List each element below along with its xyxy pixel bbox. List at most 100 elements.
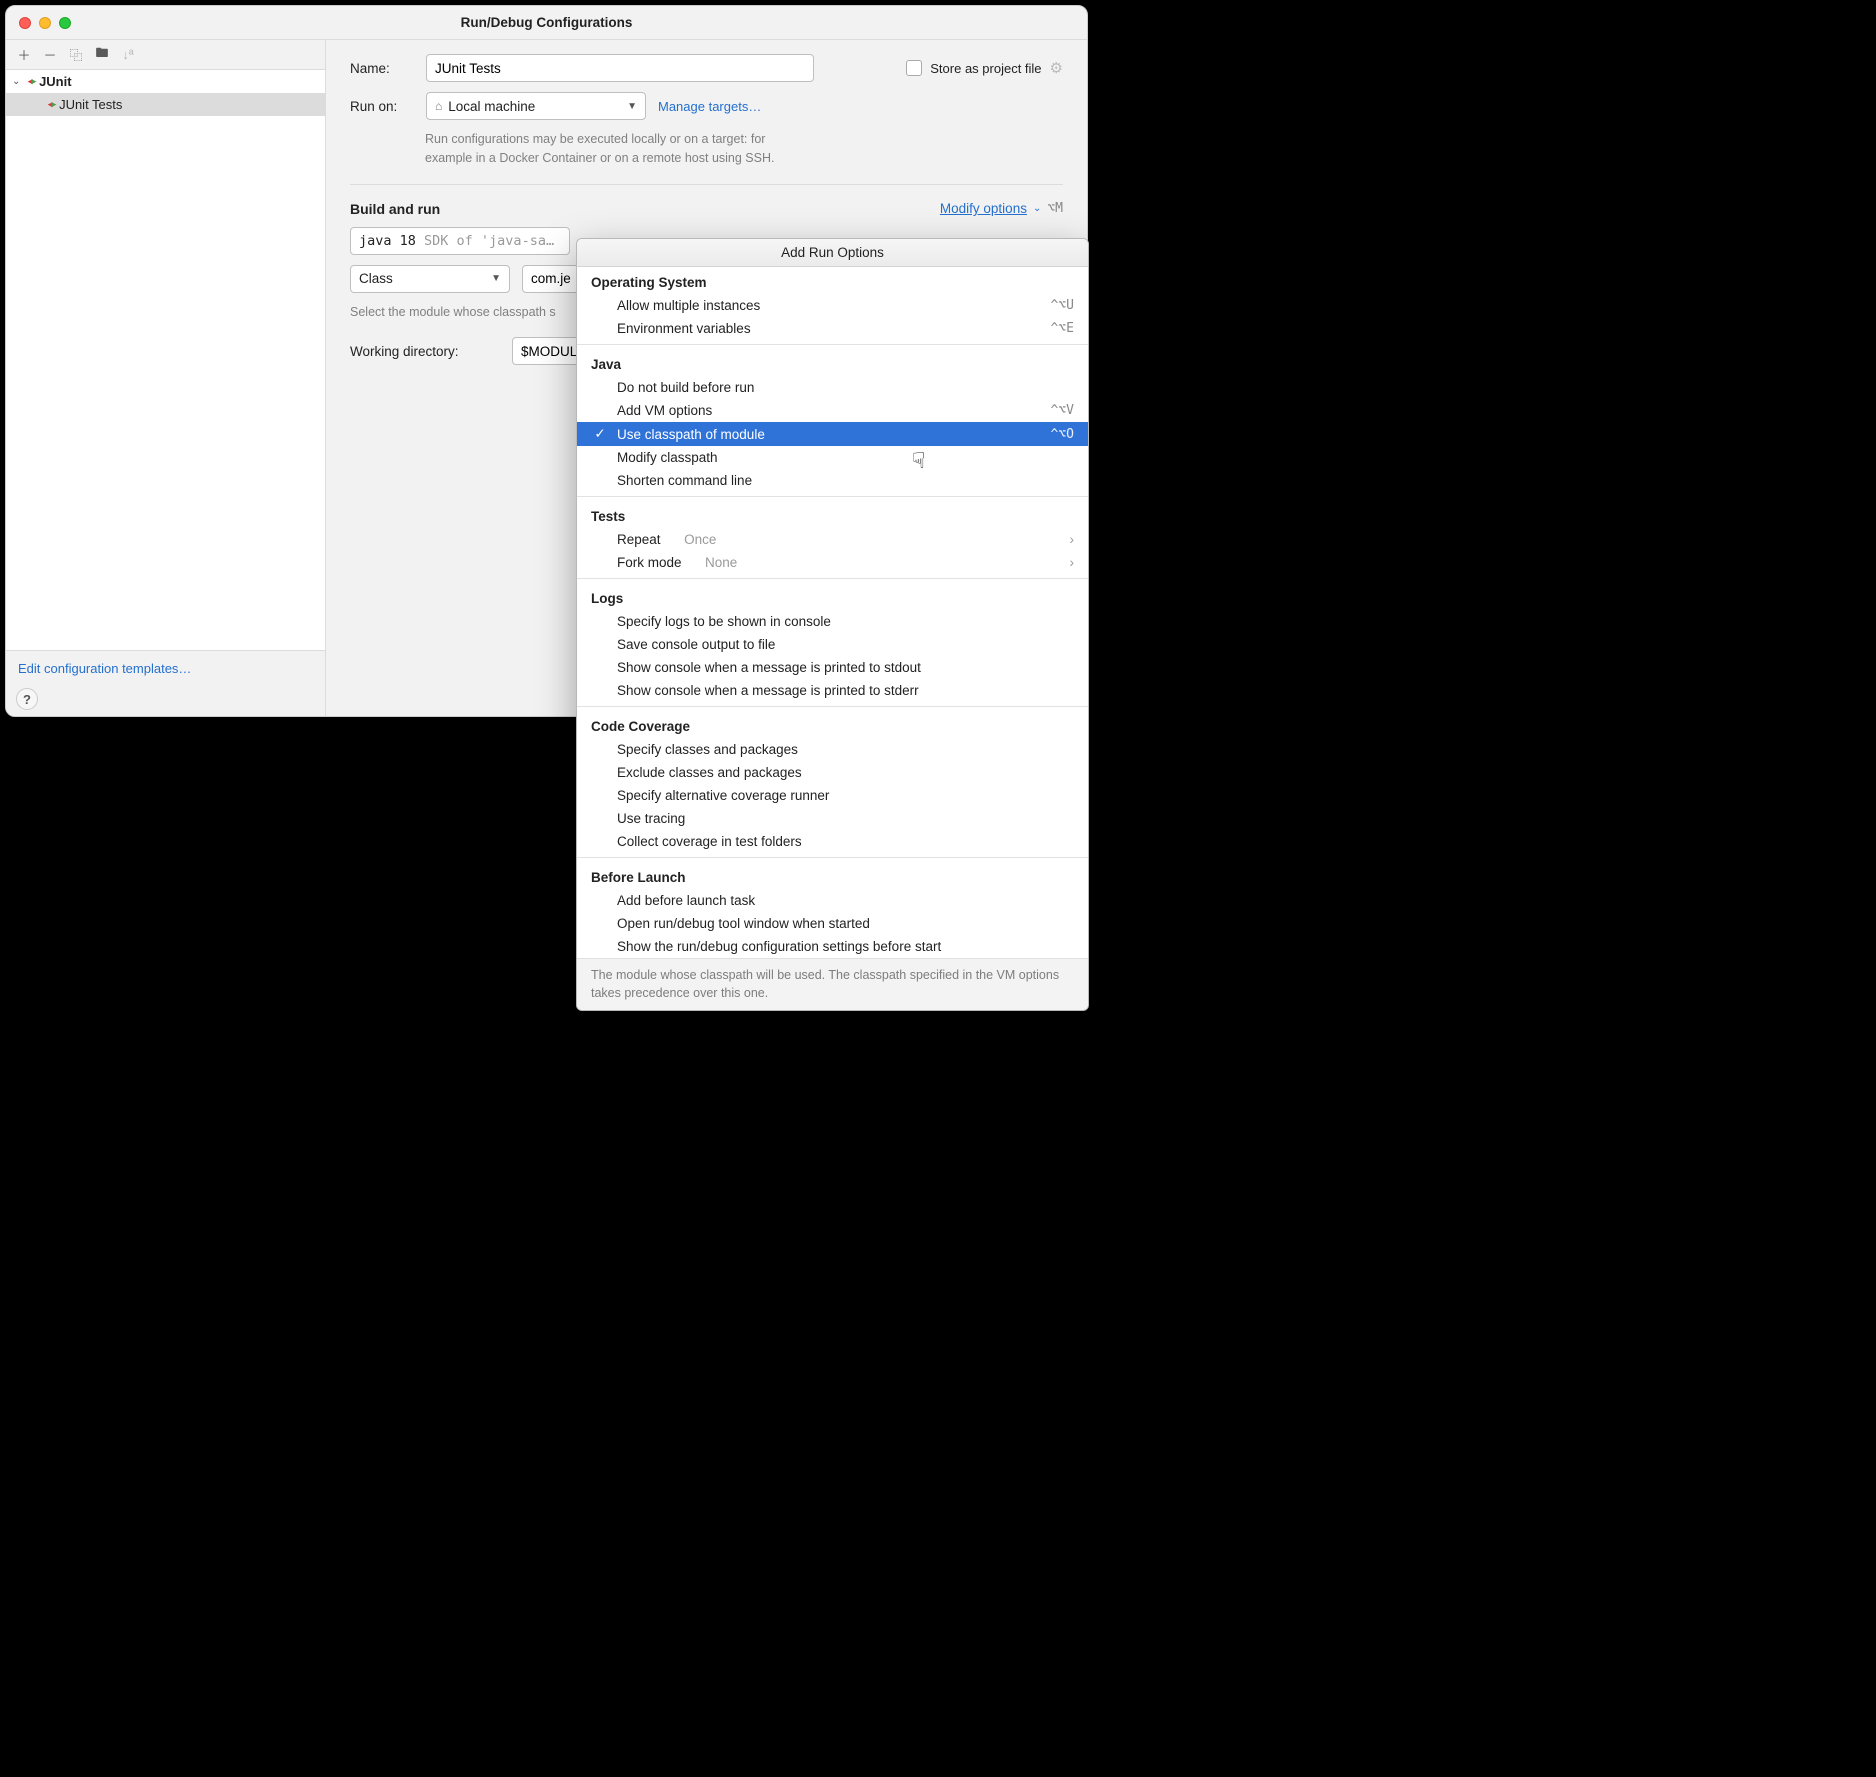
config-tree[interactable]: ⌄ ◂▸ JUnit ◂▸ JUnit Tests xyxy=(6,70,325,650)
test-kind-value: Class xyxy=(359,271,393,286)
save-config-icon[interactable]: 🖿 xyxy=(94,44,110,66)
runon-hint: Run configurations may be executed local… xyxy=(350,130,790,168)
store-settings-gear-icon[interactable]: ⚙ xyxy=(1050,59,1063,77)
popup-item-label: Do not build before run xyxy=(617,380,754,395)
popup-item-label: Collect coverage in test folders xyxy=(617,834,802,849)
popup-item-label: Fork mode xyxy=(617,555,682,570)
chevron-right-icon: › xyxy=(1070,555,1075,570)
junit-type-icon: ◂▸ xyxy=(28,76,35,87)
copy-config-icon[interactable]: ⿻ xyxy=(68,45,84,64)
test-kind-combo[interactable]: Class ▼ xyxy=(350,265,510,293)
popup-item-label: Save console output to file xyxy=(617,637,775,652)
expand-caret-icon[interactable]: ⌄ xyxy=(12,76,24,87)
class-input[interactable] xyxy=(522,265,582,293)
name-label: Name: xyxy=(350,61,414,76)
popup-item[interactable]: Collect coverage in test folders xyxy=(577,830,1088,853)
popup-item[interactable]: Exclude classes and packages xyxy=(577,761,1088,784)
popup-title: Add Run Options xyxy=(577,239,1088,267)
popup-item[interactable]: Show the run/debug configuration setting… xyxy=(577,935,1088,958)
popup-item-label: Show console when a message is printed t… xyxy=(617,660,921,675)
popup-item-label: Show console when a message is printed t… xyxy=(617,683,919,698)
popup-item[interactable]: Modify classpath xyxy=(577,446,1088,469)
help-row: ? xyxy=(6,682,325,716)
popup-item-secondary: Once xyxy=(684,532,716,547)
jdk-combo[interactable]: java 18 SDK of 'java-sa… xyxy=(350,227,570,255)
popup-item-label: Open run/debug tool window when started xyxy=(617,916,870,931)
help-button[interactable]: ? xyxy=(16,688,38,710)
popup-item-label: Shorten command line xyxy=(617,473,752,488)
home-icon: ⌂ xyxy=(435,99,442,113)
popup-item-label: Exclude classes and packages xyxy=(617,765,802,780)
edit-templates-link[interactable]: Edit configuration templates… xyxy=(18,661,191,676)
popup-item-label: Repeat xyxy=(617,532,661,547)
popup-item[interactable]: Use tracing xyxy=(577,807,1088,830)
popup-section-title: Logs xyxy=(577,583,1088,610)
store-as-project-checkbox[interactable] xyxy=(906,60,922,76)
popup-item[interactable]: Save console output to file xyxy=(577,633,1088,656)
popup-item-label: Modify classpath xyxy=(617,450,718,465)
remove-config-icon[interactable]: － xyxy=(42,45,58,64)
workdir-label: Working directory: xyxy=(350,344,500,359)
popup-item[interactable]: Show console when a message is printed t… xyxy=(577,656,1088,679)
tree-node-label: JUnit xyxy=(39,74,72,89)
popup-item-label: Show the run/debug configuration setting… xyxy=(617,939,941,954)
popup-item[interactable]: Open run/debug tool window when started xyxy=(577,912,1088,935)
titlebar: Run/Debug Configurations xyxy=(6,6,1087,40)
popup-item[interactable]: Specify logs to be shown in console xyxy=(577,610,1088,633)
popup-item-label: Use tracing xyxy=(617,811,685,826)
popup-item[interactable]: Show console when a message is printed t… xyxy=(577,679,1088,702)
popup-item-shortcut: ^⌥O xyxy=(1051,427,1074,442)
jdk-value: java 18 SDK of 'java-sa… xyxy=(359,233,554,249)
store-as-project-label: Store as project file xyxy=(930,61,1041,76)
popup-item-label: Add VM options xyxy=(617,403,712,418)
popup-item[interactable]: Specify alternative coverage runner xyxy=(577,784,1088,807)
runon-label: Run on: xyxy=(350,99,414,114)
popup-item[interactable]: Add before launch task xyxy=(577,889,1088,912)
popup-item[interactable]: Fork mode None› xyxy=(577,551,1088,574)
window-title: Run/Debug Configurations xyxy=(6,15,1087,30)
popup-item-label: Environment variables xyxy=(617,321,751,336)
add-config-icon[interactable]: ＋ xyxy=(16,45,32,64)
sidebar-toolbar: ＋ － ⿻ 🖿 ↓ª xyxy=(6,40,325,70)
popup-item-label: Specify logs to be shown in console xyxy=(617,614,831,629)
popup-item[interactable]: Do not build before run xyxy=(577,376,1088,399)
popup-item[interactable]: Add VM options ^⌥V xyxy=(577,399,1088,422)
chevron-right-icon: › xyxy=(1070,532,1075,547)
tree-node-junit-tests[interactable]: ◂▸ JUnit Tests xyxy=(6,93,325,116)
add-run-options-popup: Add Run Options Operating SystemAllow mu… xyxy=(576,238,1089,1011)
popup-item-label: Specify classes and packages xyxy=(617,742,798,757)
chevron-down-icon: ⌄ xyxy=(1033,203,1041,214)
tree-node-label: JUnit Tests xyxy=(59,97,122,112)
popup-section-title: Before Launch xyxy=(577,862,1088,889)
popup-section-title: Tests xyxy=(577,501,1088,528)
runon-value: Local machine xyxy=(448,99,535,114)
modify-options-link[interactable]: Modify options xyxy=(940,201,1027,216)
sort-config-icon[interactable]: ↓ª xyxy=(120,47,136,62)
popup-item[interactable]: Allow multiple instances ^⌥U xyxy=(577,294,1088,317)
popup-item[interactable]: Specify classes and packages xyxy=(577,738,1088,761)
popup-footnote: The module whose classpath will be used.… xyxy=(577,958,1088,1010)
popup-section-title: Operating System xyxy=(577,267,1088,294)
build-and-run-heading: Build and run xyxy=(350,201,440,217)
popup-item[interactable]: ✓ Use classpath of module ^⌥O xyxy=(577,422,1088,446)
popup-item-shortcut: ^⌥U xyxy=(1051,298,1074,313)
check-icon: ✓ xyxy=(591,426,609,442)
popup-section-title: Java xyxy=(577,349,1088,376)
popup-item[interactable]: Repeat Once › xyxy=(577,528,1088,551)
popup-item-label: Specify alternative coverage runner xyxy=(617,788,829,803)
popup-item-label: Use classpath of module xyxy=(617,427,765,442)
popup-item-shortcut: ^⌥V xyxy=(1051,403,1074,418)
name-input[interactable] xyxy=(426,54,814,82)
popup-item-label: Allow multiple instances xyxy=(617,298,760,313)
tree-node-junit[interactable]: ⌄ ◂▸ JUnit xyxy=(6,70,325,93)
runon-combo[interactable]: ⌂ Local machine ▼ xyxy=(426,92,646,120)
modify-options-shortcut: ⌥M xyxy=(1047,201,1063,216)
popup-item[interactable]: Environment variables^⌥E xyxy=(577,317,1088,340)
junit-type-icon: ◂▸ xyxy=(48,99,55,110)
chevron-down-icon: ▼ xyxy=(491,273,501,284)
popup-section-title: Code Coverage xyxy=(577,711,1088,738)
sidebar-footer: Edit configuration templates… xyxy=(6,650,325,682)
popup-item[interactable]: Shorten command line xyxy=(577,469,1088,492)
config-sidebar: ＋ － ⿻ 🖿 ↓ª ⌄ ◂▸ JUnit ◂▸ JUnit Tests Edi… xyxy=(6,40,326,716)
manage-targets-link[interactable]: Manage targets… xyxy=(658,99,761,114)
